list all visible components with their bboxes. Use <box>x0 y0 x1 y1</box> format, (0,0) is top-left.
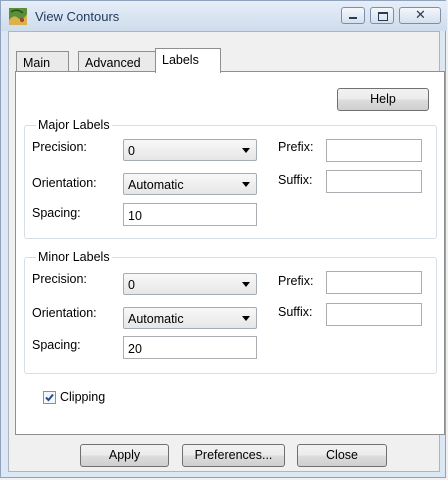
contour-map-icon <box>9 8 27 25</box>
major-spacing-input[interactable]: 10 <box>123 203 257 226</box>
tab-main-label: Main <box>23 56 51 70</box>
chevron-down-icon <box>242 316 250 321</box>
apply-button-label: Apply <box>108 448 141 462</box>
minor-spacing-label: Spacing: <box>32 338 81 352</box>
minimize-icon <box>349 17 357 19</box>
clipping-checkbox[interactable] <box>43 391 56 404</box>
labels-tab-panel: Help Major Labels Precision: 0 Orientati… <box>15 71 445 435</box>
tab-advanced[interactable]: Advanced <box>78 51 157 73</box>
dialog-window: View Contours ✕ Main Advanced Labels Hel… <box>0 0 447 478</box>
preferences-button[interactable]: Preferences... <box>182 444 285 467</box>
help-button[interactable]: Help <box>337 88 429 111</box>
help-button-label: Help <box>370 92 396 106</box>
major-precision-select[interactable]: 0 <box>123 139 257 161</box>
minor-orientation-label: Orientation: <box>32 306 97 320</box>
tab-labels-label: Labels <box>162 53 199 67</box>
minor-spacing-input[interactable]: 20 <box>123 336 257 359</box>
minor-orientation-select[interactable]: Automatic <box>123 307 257 329</box>
chevron-down-icon <box>242 182 250 187</box>
tab-advanced-label: Advanced <box>85 56 141 70</box>
minimize-button[interactable] <box>341 7 365 24</box>
minor-spacing-value: 20 <box>128 342 142 356</box>
close-button[interactable]: Close <box>297 444 387 467</box>
window-title: View Contours <box>35 9 120 24</box>
major-orientation-label: Orientation: <box>32 176 97 190</box>
minor-prefix-label: Prefix: <box>278 274 314 288</box>
major-spacing-label: Spacing: <box>32 206 81 220</box>
major-orientation-value: Automatic <box>128 178 184 192</box>
maximize-icon <box>378 12 388 21</box>
minor-orientation-value: Automatic <box>128 312 184 326</box>
minor-suffix-label: Suffix: <box>278 305 313 319</box>
title-bar[interactable]: View Contours ✕ <box>1 1 447 31</box>
tab-labels[interactable]: Labels <box>155 48 221 73</box>
major-prefix-input[interactable] <box>326 139 422 162</box>
minor-labels-title: Minor Labels <box>36 250 112 264</box>
minor-precision-select[interactable]: 0 <box>123 273 257 295</box>
close-button-label: Close <box>326 448 358 462</box>
major-precision-value: 0 <box>128 144 135 158</box>
checkmark-icon <box>45 393 54 402</box>
preferences-button-label: Preferences... <box>194 448 273 462</box>
chevron-down-icon <box>242 282 250 287</box>
close-icon: ✕ <box>415 7 426 22</box>
chevron-down-icon <box>242 148 250 153</box>
maximize-button[interactable] <box>370 7 394 24</box>
tab-main[interactable]: Main <box>16 51 69 73</box>
major-precision-label: Precision: <box>32 140 87 154</box>
minor-suffix-input[interactable] <box>326 303 422 326</box>
close-window-button[interactable]: ✕ <box>399 7 441 24</box>
apply-button[interactable]: Apply <box>80 444 169 467</box>
major-orientation-select[interactable]: Automatic <box>123 173 257 195</box>
major-suffix-input[interactable] <box>326 170 422 193</box>
minor-prefix-input[interactable] <box>326 271 422 294</box>
major-spacing-value: 10 <box>128 209 142 223</box>
major-labels-title: Major Labels <box>36 118 112 132</box>
clipping-label[interactable]: Clipping <box>60 390 105 404</box>
minor-precision-value: 0 <box>128 278 135 292</box>
major-prefix-label: Prefix: <box>278 140 314 154</box>
minor-precision-label: Precision: <box>32 272 87 286</box>
major-suffix-label: Suffix: <box>278 173 313 187</box>
